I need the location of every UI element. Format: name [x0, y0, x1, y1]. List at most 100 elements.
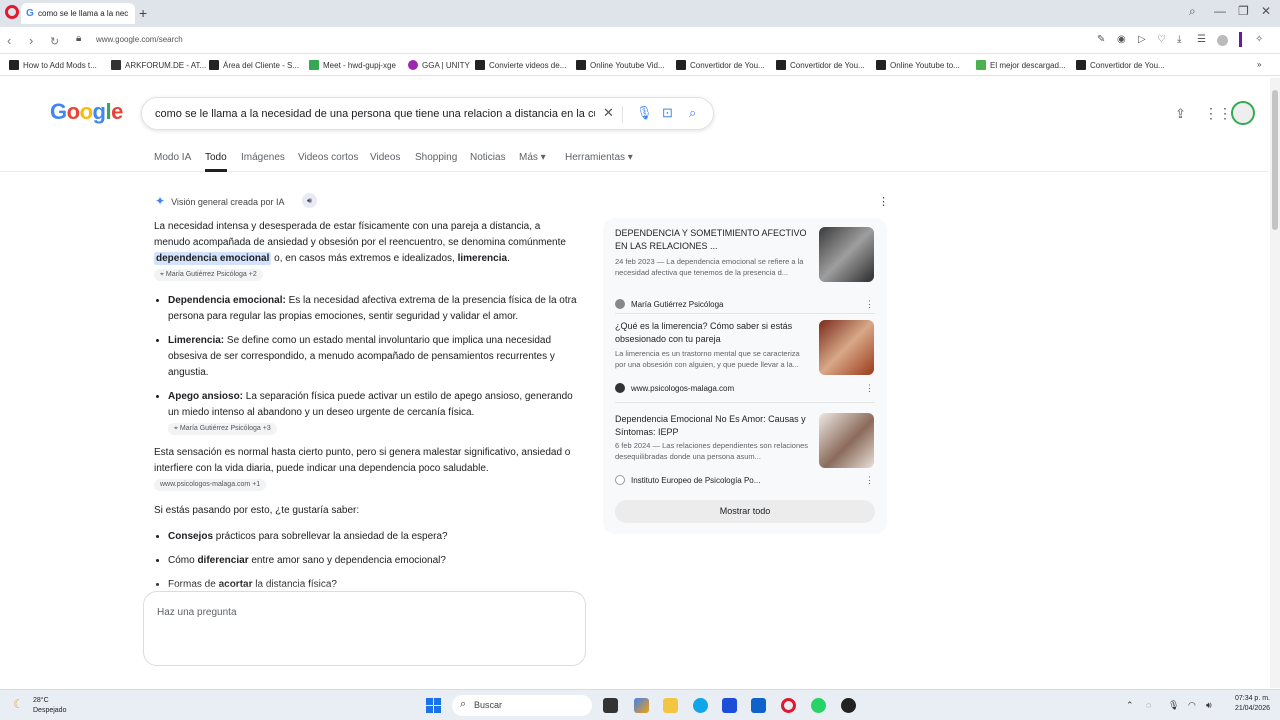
avatar[interactable] [1231, 101, 1255, 125]
page-scrollbar[interactable] [1270, 78, 1280, 688]
ai-overview-body: La necesidad intensa y desesperada de es… [154, 219, 579, 601]
bookmark-item[interactable]: Convertidor de You... [776, 60, 865, 70]
taskbar-search[interactable]: ⌕ Buscar [452, 695, 592, 716]
browser-titlebar: G como se le llama a la nece + ⌕ — ❐ ✕ [0, 0, 1280, 27]
ai-overview-header: ✦ Visión general creada por IA [155, 194, 285, 208]
scrollbar-thumb[interactable] [1272, 90, 1278, 230]
wifi-icon[interactable]: ◠ [1188, 700, 1196, 711]
clear-icon[interactable]: ✕ [603, 105, 614, 121]
ai-paragraph: Esta sensación es normal hasta cierto pu… [154, 445, 579, 493]
microphone-icon[interactable]: 🎙︎ [636, 105, 653, 121]
copilot-icon[interactable] [634, 698, 649, 713]
bookmarks-more-icon[interactable]: » [1257, 60, 1261, 69]
chevron-up-icon[interactable]: ⌃ [1126, 700, 1134, 711]
show-all-button[interactable]: Mostrar todo [615, 500, 875, 523]
network-icon[interactable]: ◌ [1146, 700, 1151, 710]
source-thumbnail [819, 320, 874, 375]
tab-mas[interactable]: Más ▾ [519, 152, 546, 163]
sparkle-icon: ✦ [155, 194, 166, 208]
sources-panel: DEPENDENCIA Y SOMETIMIENTO AFECTIVO EN L… [603, 218, 887, 534]
bookmark-item[interactable]: Convertidor de You... [676, 60, 765, 70]
forward-icon[interactable]: › [29, 33, 33, 48]
ai-icon[interactable]: ✧ [1255, 34, 1263, 45]
bookmarks-bar: How to Add Mods t... ARKFORUM.DE - AT...… [0, 55, 1280, 76]
source-chip[interactable]: ⌖ María Gutiérrez Psicóloga +2 [154, 269, 263, 281]
task-view-icon[interactable] [603, 698, 618, 713]
share-icon[interactable]: ⇪ [1175, 106, 1186, 122]
ask-input[interactable]: Haz una pregunta [157, 607, 237, 618]
search-icon: ⌕ [460, 698, 467, 710]
source-menu-icon[interactable]: ⋮ [865, 383, 874, 394]
reload-icon[interactable]: ↻ [50, 35, 59, 48]
bookmark-item[interactable]: Online Youtube to... [876, 60, 960, 70]
file-explorer-icon[interactable] [663, 698, 678, 713]
bookmark-item[interactable]: Meet - hwd-gupj-xge [309, 60, 396, 70]
url-field[interactable]: www.google.com/search [96, 35, 183, 44]
tab-herramientas[interactable]: Herramientas ▾ [565, 152, 633, 163]
microphone-icon[interactable]: 🎙︎ [1168, 700, 1179, 711]
store-icon[interactable] [722, 698, 737, 713]
maximize-icon[interactable]: ❐ [1238, 4, 1249, 18]
divider [615, 402, 875, 403]
download-icon[interactable]: ⤓ [1177, 34, 1181, 45]
tab-videos-cortos[interactable]: Videos cortos [298, 152, 358, 163]
bookmark-item[interactable]: Online Youtube Vid... [576, 60, 665, 70]
tab-noticias[interactable]: Noticias [470, 152, 506, 163]
tab-shopping[interactable]: Shopping [415, 152, 457, 163]
bookmark-item[interactable]: Convertidor de You... [1076, 60, 1165, 70]
tab-todo[interactable]: Todo [205, 152, 227, 172]
source-thumbnail [819, 227, 874, 282]
browser-tab[interactable]: G como se le llama a la nece [21, 3, 135, 24]
tab-title: como se le llama a la nece [38, 9, 128, 18]
back-icon[interactable]: ‹ [7, 33, 11, 48]
tab-imagenes[interactable]: Imágenes [241, 152, 285, 163]
close-window-icon[interactable]: ✕ [1261, 4, 1271, 18]
menu-icon[interactable]: ☰ [1197, 34, 1206, 45]
source-chip[interactable]: www.psicologos-malaga.com +1 [154, 479, 267, 491]
bookmark-item[interactable]: Área del Cliente - S... [209, 60, 299, 70]
search-icon[interactable]: ⌕ [689, 105, 696, 121]
tab-videos[interactable]: Videos [370, 152, 400, 163]
source-chip[interactable]: ⌖ María Gutiérrez Psicóloga +3 [168, 423, 277, 435]
windows-start-icon[interactable] [426, 698, 441, 713]
minimize-icon[interactable]: — [1214, 4, 1226, 18]
volume-icon[interactable]: 🔊︎ [1206, 700, 1212, 711]
play-icon[interactable]: ▷ [1138, 34, 1146, 45]
edge-icon[interactable] [693, 698, 708, 713]
source-menu-icon[interactable]: ⋮ [865, 475, 874, 486]
bookmark-item[interactable]: Convierte videos de... [475, 60, 566, 70]
bookmark-item[interactable]: How to Add Mods t... [9, 60, 97, 70]
search-box[interactable]: como se le llama a la necesidad de una p… [141, 97, 714, 130]
divider [622, 106, 623, 123]
list-item: Cómo diferenciar entre amor sano y depen… [168, 553, 579, 569]
new-tab-button[interactable]: + [139, 5, 147, 21]
source-thumbnail [819, 413, 874, 468]
app-icon[interactable] [841, 698, 856, 713]
google-logo[interactable]: Google [50, 99, 123, 125]
source-name: Instituto Europeo de Psicología Po... [615, 475, 760, 485]
clock[interactable]: 07:34 p. m. 21/04/2026 [1226, 694, 1270, 714]
more-options-icon[interactable]: ⋮ [878, 195, 889, 208]
heart-icon[interactable]: ♡ [1157, 34, 1166, 45]
bookmark-item[interactable]: El mejor descargad... [976, 60, 1066, 70]
tab-modo-ia[interactable]: Modo IA [154, 152, 191, 163]
whatsapp-icon[interactable] [811, 698, 826, 713]
divider [615, 313, 875, 314]
bookmark-item[interactable]: ARKFORUM.DE - AT... [111, 60, 206, 70]
speaker-icon[interactable]: 🔊︎ [302, 193, 317, 208]
ai-bullets: Dependencia emocional: Es la necesidad a… [154, 293, 579, 437]
camera-icon[interactable]: ◉ [1117, 34, 1126, 45]
search-tabs-icon[interactable]: ⌕ [1189, 4, 1196, 19]
source-menu-icon[interactable]: ⋮ [865, 299, 874, 310]
list-item: Limerencia: Se define como un estado men… [168, 333, 579, 381]
outlook-icon[interactable] [751, 698, 766, 713]
lens-icon[interactable]: ⊡ [662, 105, 673, 121]
bookmark-item[interactable]: GGA | UNITY [408, 60, 470, 70]
opera-icon[interactable] [781, 698, 796, 713]
search-input[interactable]: como se le llama a la necesidad de una p… [155, 108, 595, 120]
profile-icon[interactable] [1217, 35, 1228, 46]
lock-icon: 🔒︎ [76, 33, 82, 44]
opera-logo-icon[interactable] [5, 5, 19, 19]
ask-question-box[interactable]: Haz una pregunta [143, 591, 586, 666]
edit-icon[interactable]: ✎ [1097, 34, 1105, 45]
